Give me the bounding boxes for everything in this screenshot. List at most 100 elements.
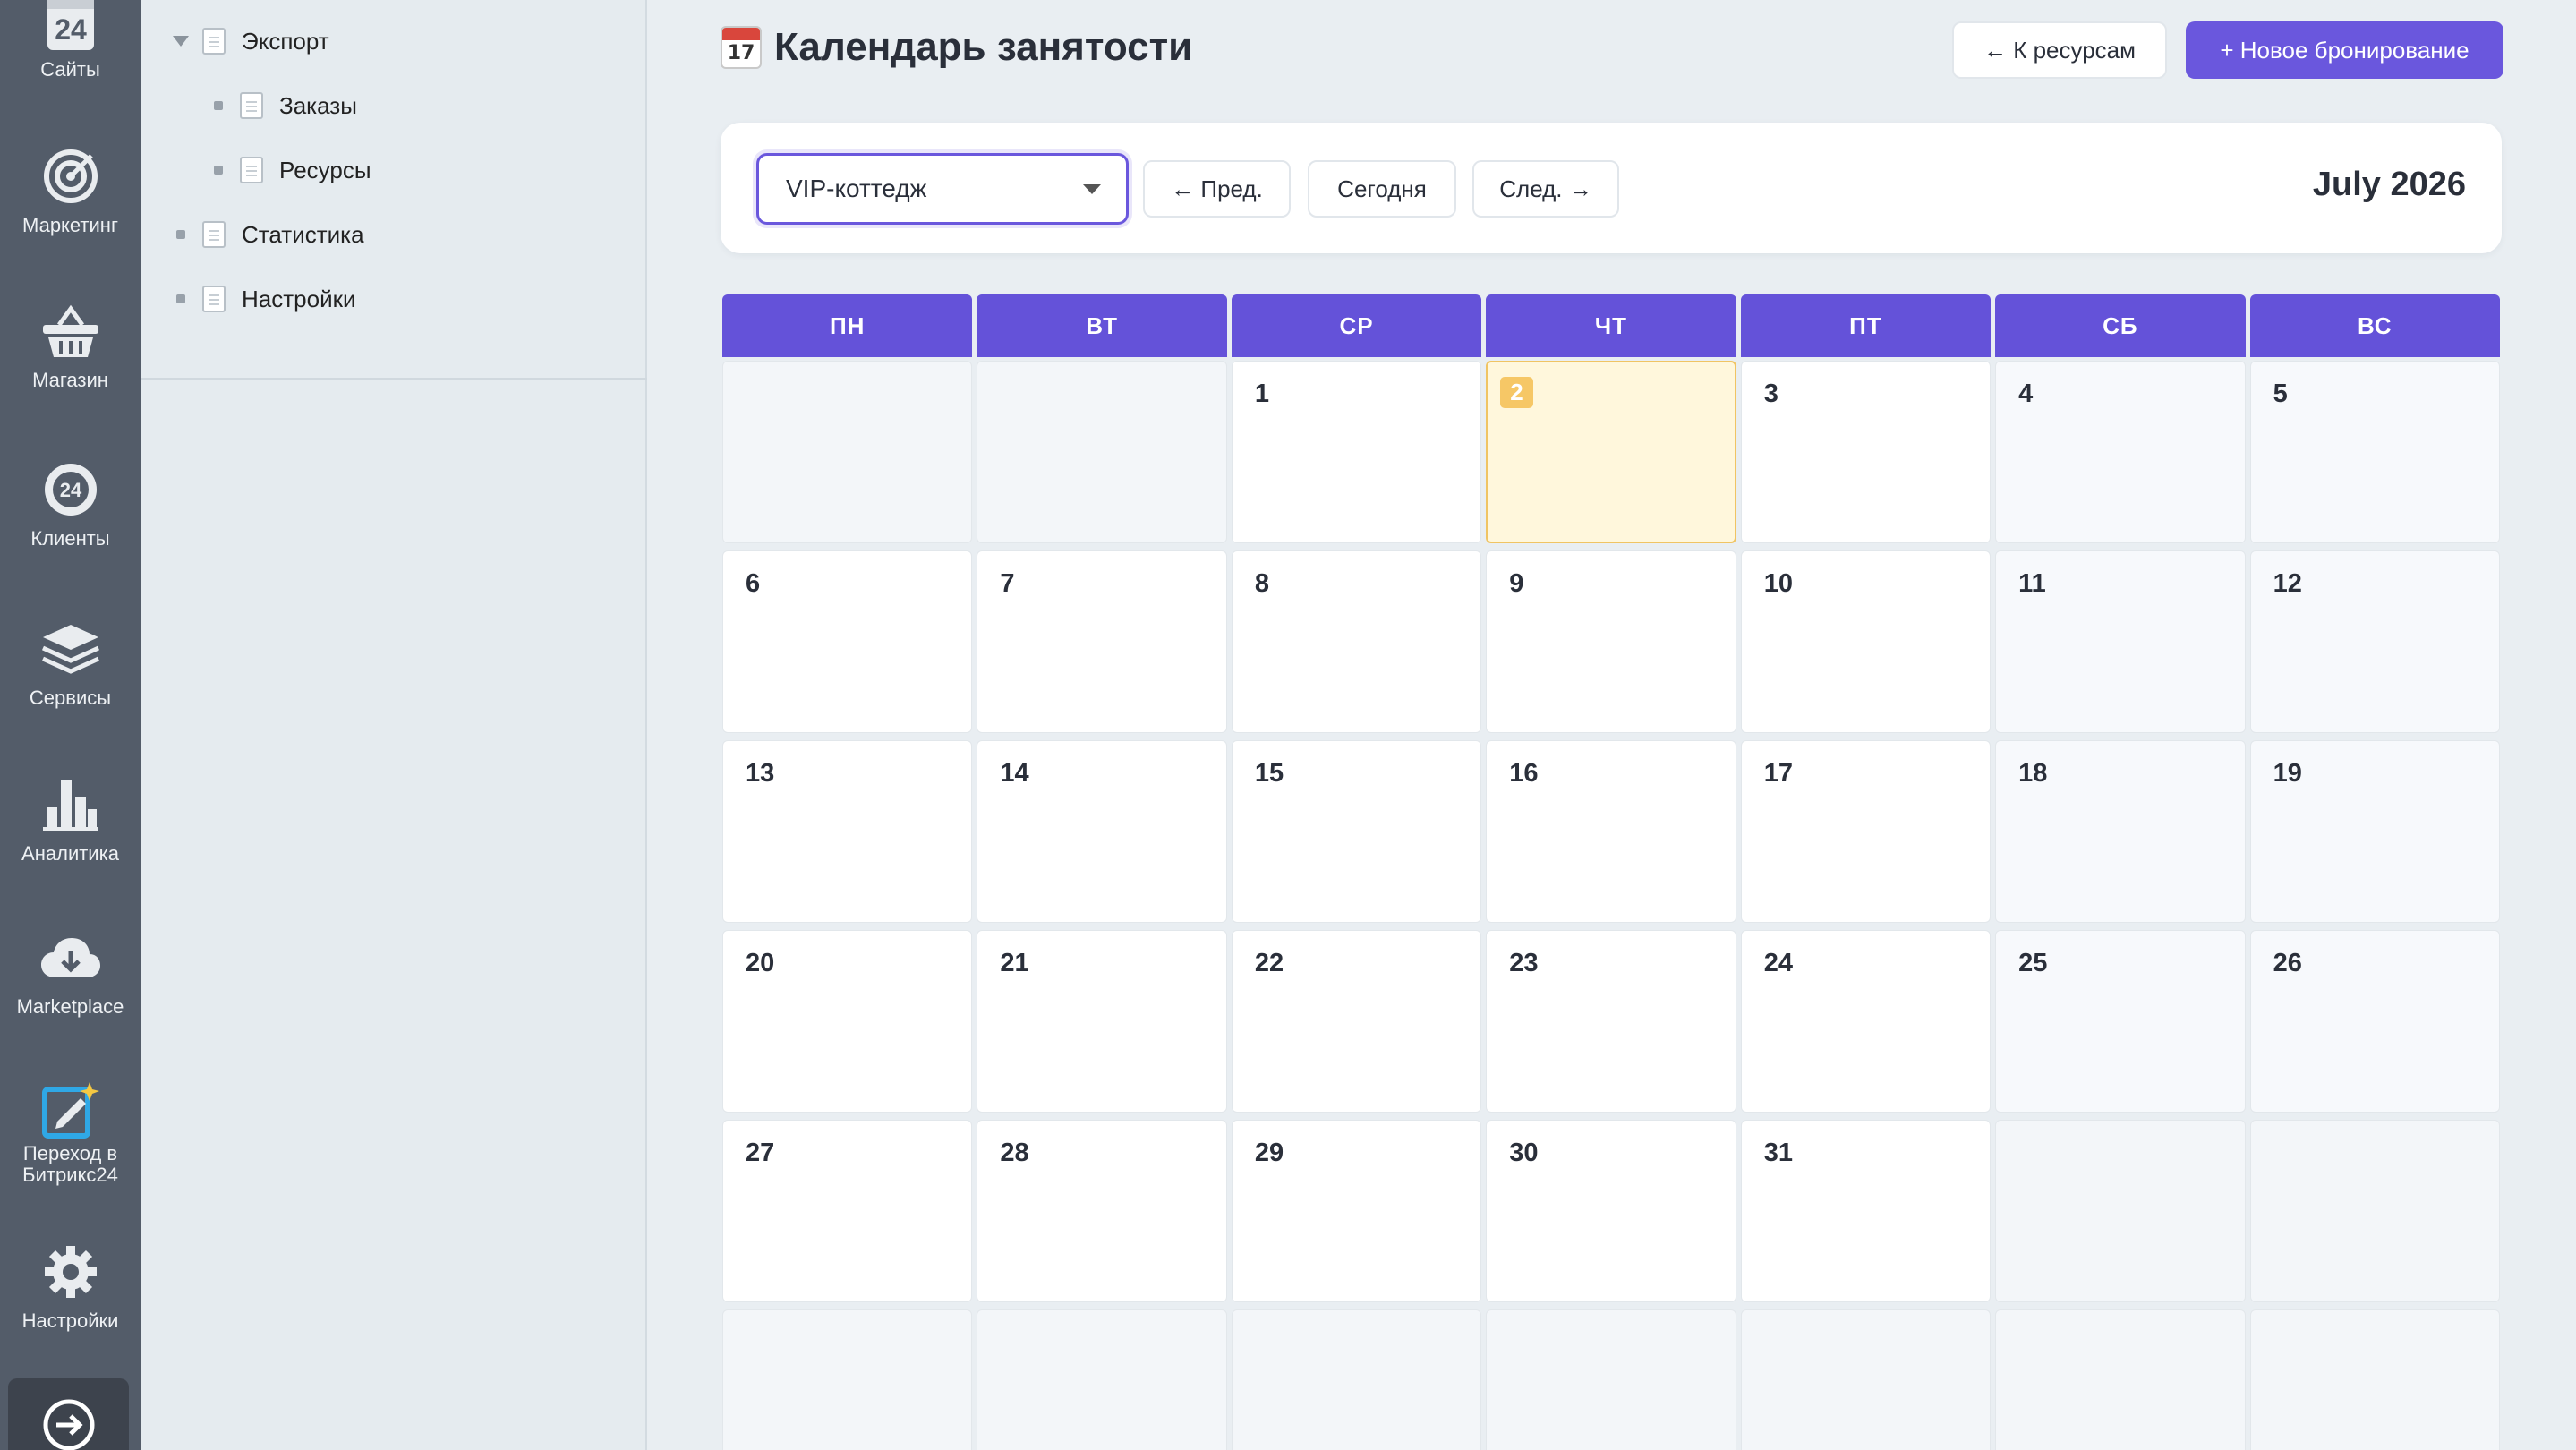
bullet-icon: [214, 101, 223, 110]
empty-day-cell: [1995, 1309, 2246, 1450]
day-cell[interactable]: 11: [1995, 550, 2246, 733]
day-cell[interactable]: 16: [1486, 740, 1736, 923]
rail-item-bitrix24[interactable]: Переход в Битрикс24: [0, 1079, 141, 1186]
day-cell[interactable]: 24: [1740, 930, 1992, 1113]
day-number: 4: [2018, 380, 2034, 408]
document-icon: [202, 28, 226, 55]
day-number: 29: [1254, 1139, 1284, 1167]
rail-item-settings[interactable]: Настройки: [0, 1241, 141, 1332]
rail-item-marketing[interactable]: Маркетинг: [0, 145, 141, 236]
day-cell[interactable]: 14: [977, 740, 1227, 923]
day-cell[interactable]: 30: [1486, 1120, 1736, 1302]
page-title: 17 Календарь занятости: [721, 25, 1192, 70]
day-cell[interactable]: 3: [1740, 361, 1992, 543]
tree-item-label: Заказы: [279, 91, 357, 119]
weekday-thu: ЧТ: [1486, 294, 1736, 357]
day-number: 17: [1763, 759, 1793, 788]
day-cell[interactable]: 21: [977, 930, 1227, 1113]
new-booking-button[interactable]: + Новое бронирование: [2186, 21, 2503, 79]
today-button[interactable]: Сегодня: [1308, 160, 1456, 218]
day-cell[interactable]: 26: [2249, 930, 2500, 1113]
target-icon: [39, 145, 102, 208]
day-number: 16: [1509, 759, 1539, 788]
chevron-down-icon: [1083, 184, 1101, 194]
day-number: 21: [1000, 949, 1029, 977]
day-cell[interactable]: 18: [1995, 740, 2246, 923]
svg-text:24: 24: [55, 13, 87, 46]
empty-day-cell: [1486, 1309, 1736, 1450]
resource-select[interactable]: VIP-коттедж: [756, 153, 1129, 225]
tree-item-resources[interactable]: Ресурсы: [209, 152, 371, 188]
page-title-text: Календарь занятости: [774, 25, 1193, 69]
day-cell[interactable]: 28: [977, 1120, 1227, 1302]
day-number: 28: [1000, 1139, 1029, 1167]
gear-icon: [39, 1241, 102, 1303]
weekday-wed: СР: [1231, 294, 1482, 357]
rail-item-services[interactable]: Сервисы: [0, 618, 141, 709]
day-cell[interactable]: 1: [1231, 361, 1482, 543]
prev-month-button[interactable]: ← Пред.: [1143, 160, 1291, 218]
day-cell[interactable]: 31: [1740, 1120, 1992, 1302]
day-cell[interactable]: 8: [1231, 550, 1482, 733]
bullet-icon: [214, 166, 223, 175]
tree-item-label: Статистика: [242, 220, 364, 248]
month-label: July 2026: [2312, 166, 2466, 203]
day-cell[interactable]: 17: [1740, 740, 1992, 923]
day-cell[interactable]: 6: [722, 550, 973, 733]
tree-item-label: Ресурсы: [279, 156, 371, 183]
tree-item-statistics[interactable]: Статистика: [172, 217, 364, 252]
document-icon: [240, 92, 263, 119]
layers-icon: [39, 618, 102, 680]
expand-triangle-icon[interactable]: [172, 36, 190, 47]
tree-item-label: Экспорт: [242, 27, 329, 55]
rail-item-clients[interactable]: 24 Клиенты: [0, 458, 141, 550]
day-number: 23: [1509, 949, 1539, 977]
day-number: 10: [1763, 569, 1793, 598]
day-cell[interactable]: 13: [722, 740, 973, 923]
day-number: 19: [2273, 759, 2302, 788]
calendar-icon: 17: [721, 26, 762, 69]
day-cell[interactable]: 12: [2249, 550, 2500, 733]
day-cell[interactable]: 19: [2249, 740, 2500, 923]
day-cell[interactable]: 9: [1486, 550, 1736, 733]
rail-item-analytics[interactable]: Аналитика: [0, 773, 141, 865]
tree-panel: Экспорт Заказы Ресурсы Статистика Настро…: [141, 0, 647, 1450]
rail-label: Marketplace: [16, 995, 124, 1018]
day-cell[interactable]: 5: [2249, 361, 2500, 543]
document-icon: [240, 157, 263, 183]
tree-item-export[interactable]: Экспорт: [172, 23, 329, 59]
empty-day-cell: [722, 361, 973, 543]
day-cell[interactable]: 20: [722, 930, 973, 1113]
day-number: 3: [1763, 380, 1778, 408]
day-cell-today[interactable]: 2: [1486, 361, 1736, 543]
day-number: 11: [2018, 569, 2046, 598]
day-cell[interactable]: 7: [977, 550, 1227, 733]
main-content: 17 Календарь занятости ← К ресурсам + Но…: [649, 0, 2576, 1450]
week-row: 20 21 22 23 24 25 26: [722, 930, 2500, 1113]
day-number: 2: [1500, 377, 1533, 408]
rail-item-sites[interactable]: 24 Сайты: [0, 0, 141, 81]
day-number: 6: [746, 569, 761, 598]
empty-day-cell: [722, 1309, 973, 1450]
rail-item-marketplace[interactable]: Marketplace: [0, 926, 141, 1018]
cloud-download-icon: [39, 926, 102, 989]
day-cell[interactable]: 25: [1995, 930, 2246, 1113]
day-cell[interactable]: 27: [722, 1120, 973, 1302]
day-cell[interactable]: 29: [1231, 1120, 1482, 1302]
day-cell[interactable]: 23: [1486, 930, 1736, 1113]
day-cell[interactable]: 4: [1995, 361, 2246, 543]
rail-label: Клиенты: [30, 527, 110, 550]
week-row: 27 28 29 30 31: [722, 1120, 2500, 1302]
day-cell[interactable]: 10: [1740, 550, 1992, 733]
svg-text:24: 24: [59, 479, 81, 501]
day-cell[interactable]: 22: [1231, 930, 1482, 1113]
day-cell[interactable]: 15: [1231, 740, 1482, 923]
tree-item-orders[interactable]: Заказы: [209, 88, 357, 124]
collapse-rail-button[interactable]: [8, 1378, 129, 1450]
tree-item-settings[interactable]: Настройки: [172, 281, 356, 317]
next-month-button[interactable]: След. →: [1472, 160, 1619, 218]
resource-select-value: VIP-коттедж: [786, 175, 927, 202]
bullet-icon: [176, 294, 185, 303]
rail-item-shop[interactable]: Магазин: [0, 300, 141, 391]
back-to-resources-button[interactable]: ← К ресурсам: [1952, 21, 2167, 79]
